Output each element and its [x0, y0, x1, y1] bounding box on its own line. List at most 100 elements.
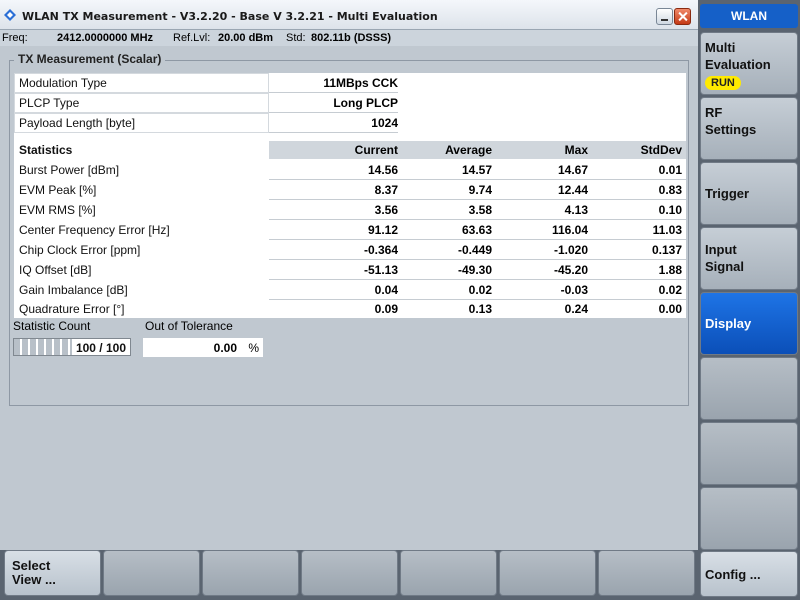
row-divider — [269, 179, 686, 180]
stat-value-max: 14.67 — [557, 163, 588, 177]
col-header-average: Average — [445, 143, 492, 157]
softkey-label: RF Settings — [705, 105, 757, 137]
statistic-count-value: 100 / 100 — [75, 341, 126, 355]
stat-value-stddev: 0.00 — [658, 302, 682, 316]
out-of-tolerance-unit: % — [248, 341, 259, 355]
blank-bottom-softkey[interactable] — [499, 550, 596, 596]
display-softkey[interactable]: Display — [700, 292, 798, 355]
reflvl-value: 20.00 dBm — [218, 32, 274, 44]
blank-bottom-softkey[interactable] — [301, 550, 398, 596]
blank-softkey[interactable] — [700, 357, 798, 420]
config-softkey[interactable]: Config ... — [700, 551, 798, 597]
freq-value: 2412.0000000 MHz — [57, 32, 154, 44]
stat-value-max: 4.13 — [564, 203, 588, 217]
stat-value-average: -0.449 — [457, 243, 492, 257]
stat-value-average: 63.63 — [461, 223, 492, 237]
col-header-max: Max — [564, 143, 588, 157]
window-title: WLAN TX Measurement - V3.2.20 - Base V 3… — [22, 10, 438, 23]
row-divider — [269, 132, 398, 133]
softkey-label: Multi Evaluation — [705, 40, 771, 72]
out-of-tolerance-box: 0.00 % — [143, 338, 263, 357]
run-status-badge: RUN — [705, 76, 741, 90]
row-divider — [269, 279, 686, 280]
stat-value-current: 91.12 — [367, 223, 398, 237]
plcp-type-value: Long PLCP — [333, 96, 398, 110]
row-divider — [269, 199, 686, 200]
modulation-type-label: Modulation Type — [19, 76, 107, 90]
stat-value-average: 0.02 — [468, 283, 492, 297]
row-divider — [269, 92, 398, 93]
stat-value-current: 0.09 — [374, 302, 398, 316]
std-label: Std: — [286, 32, 306, 44]
plcp-type-label: PLCP Type — [19, 96, 80, 110]
out-of-tolerance-value: 0.00 — [213, 341, 237, 355]
stat-row-label: Quadrature Error [°] — [19, 302, 125, 316]
stat-value-current: 3.56 — [374, 203, 398, 217]
softkey-label: Select View ... — [12, 558, 56, 587]
col-header-current: Current — [354, 143, 398, 157]
modulation-type-value: 11MBps CCK — [323, 76, 398, 90]
statistic-count-progress: 100 / 100 — [13, 338, 131, 356]
input-signal-softkey[interactable]: Input Signal — [700, 227, 798, 290]
stat-value-stddev: 0.10 — [658, 203, 682, 217]
statistics-header: Statistics — [19, 143, 73, 157]
stat-value-stddev: 0.02 — [658, 283, 682, 297]
payload-length-label: Payload Length [byte] — [19, 116, 136, 130]
freq-label: Freq: — [2, 32, 28, 44]
stat-value-average: 0.13 — [468, 302, 492, 316]
reflvl-label: Ref.Lvl: — [173, 32, 211, 44]
blank-bottom-softkey[interactable] — [400, 550, 497, 596]
stat-value-max: 116.04 — [551, 223, 588, 237]
stat-value-current: 8.37 — [374, 183, 398, 197]
row-divider — [269, 239, 686, 240]
stat-row-label: EVM RMS [%] — [19, 203, 96, 217]
stat-value-average: 14.57 — [461, 163, 492, 177]
results-table: Modulation Type 11MBps CCK PLCP Type Lon… — [14, 73, 686, 318]
group-title: TX Measurement (Scalar) — [14, 52, 166, 66]
stat-row-label: Center Frequency Error [Hz] — [19, 223, 170, 237]
stat-value-current: -51.13 — [363, 263, 398, 277]
stat-value-current: -0.364 — [363, 243, 398, 257]
stat-value-stddev: 1.88 — [658, 263, 682, 277]
stat-value-max: -1.020 — [553, 243, 588, 257]
softkey-label: Display — [705, 316, 752, 331]
select-view-softkey[interactable]: Select View ... — [4, 550, 101, 596]
stat-value-stddev: 0.01 — [658, 163, 682, 177]
blank-bottom-softkey[interactable] — [202, 550, 299, 596]
minimize-button[interactable] — [656, 8, 673, 25]
blank-softkey[interactable] — [700, 487, 798, 550]
trigger-softkey[interactable]: Trigger — [700, 162, 798, 225]
std-value: 802.11b (DSSS) — [311, 32, 392, 44]
softkey-label: Config ... — [705, 567, 761, 582]
col-header-stddev: StdDev — [640, 143, 682, 157]
out-of-tolerance-label: Out of Tolerance — [145, 319, 233, 333]
softkey-label: Trigger — [705, 186, 750, 201]
payload-length-value: 1024 — [371, 116, 398, 130]
stat-row-label: EVM Peak [%] — [19, 183, 97, 197]
stat-row-label: IQ Offset [dB] — [19, 263, 92, 277]
stat-value-max: -45.20 — [553, 263, 588, 277]
stat-value-average: 3.58 — [468, 203, 492, 217]
measurement-area: TX Measurement (Scalar) Modulation Type … — [0, 46, 698, 550]
row-divider — [269, 259, 686, 260]
stat-row-label: Gain Imbalance [dB] — [19, 283, 128, 297]
rf-settings-softkey[interactable]: RF Settings — [700, 97, 798, 160]
softkey-label: Input Signal — [705, 242, 745, 274]
rs-logo-icon — [4, 9, 16, 21]
stat-value-average: 9.74 — [468, 183, 492, 197]
multi-evaluation-softkey[interactable]: Multi Evaluation RUN — [700, 32, 798, 95]
bottom-softkey-bar: Select View ... — [0, 550, 698, 600]
row-divider — [269, 112, 398, 113]
close-button[interactable] — [674, 8, 691, 25]
statistic-count-label: Statistic Count — [13, 319, 91, 333]
blank-softkey[interactable] — [700, 422, 798, 485]
stat-value-stddev: 0.137 — [651, 243, 682, 257]
row-divider — [269, 299, 686, 300]
stat-value-max: -0.03 — [560, 283, 588, 297]
blank-bottom-softkey[interactable] — [103, 550, 200, 596]
stat-value-max: 0.24 — [564, 302, 588, 316]
blank-bottom-softkey[interactable] — [598, 550, 695, 596]
panel-header: WLAN — [700, 4, 798, 28]
softkey-panel: WLAN Multi Evaluation RUN RF Settings Tr… — [698, 0, 800, 600]
progress-fill — [14, 339, 72, 355]
